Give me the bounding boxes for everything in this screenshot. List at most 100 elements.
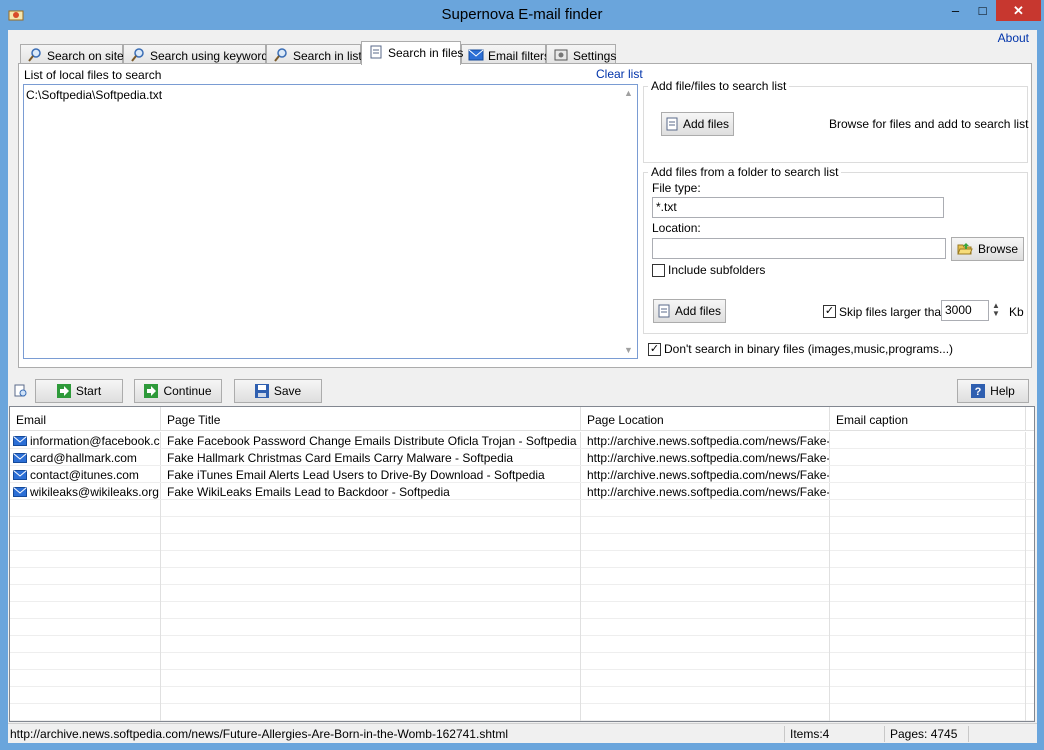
status-pages: Pages: 4745 (890, 727, 958, 741)
client-area: About Search on site Search using keywor… (8, 30, 1037, 743)
status-divider (968, 726, 969, 742)
status-items: Items:4 (790, 727, 830, 741)
title-bar[interactable]: Supernova E-mail finder – □ ✕ (0, 0, 1044, 30)
envelope-icon (13, 470, 27, 480)
tab-search-using-keywords[interactable]: Search using keywords (123, 44, 274, 64)
add-files-hint: Browse for files and add to search list (829, 117, 1029, 131)
help-button-label: Help (990, 384, 1015, 398)
envelope-icon (13, 436, 27, 446)
window-title: Supernova E-mail finder (441, 6, 603, 23)
empty-rows-area (10, 500, 1034, 721)
tab-label: Settings (573, 49, 617, 63)
minimize-button[interactable]: – (942, 0, 969, 21)
floppy-disk-icon (254, 384, 269, 398)
tab-search-on-site[interactable]: Search on site (20, 44, 124, 64)
save-button[interactable]: Save (234, 379, 322, 403)
results-table[interactable]: Email Page Title Page Location Email cap… (9, 406, 1035, 722)
tab-settings[interactable]: Settings (546, 44, 616, 64)
help-icon: ? (971, 384, 986, 398)
row-page-location: http://archive.news.softpedia.com/news/F… (581, 449, 830, 465)
table-row[interactable]: wikileaks@wikileaks.org Fake WikiLeaks E… (10, 483, 1034, 500)
row-page-title: Fake WikiLeaks Emails Lead to Backdoor -… (161, 483, 581, 499)
location-input[interactable] (652, 238, 946, 259)
row-email: contact@itunes.com (30, 468, 139, 482)
row-email-caption (830, 432, 1026, 448)
binary-files-checkbox[interactable]: ✓ (648, 343, 661, 356)
scroll-up-arrow-icon[interactable]: ▲ (624, 88, 633, 98)
skip-large-files-label: Skip files larger than (839, 305, 948, 319)
column-header-email-caption[interactable]: Email caption (830, 407, 1026, 430)
file-list[interactable]: C:\Softpedia\Softpedia.txt ▲ ▼ (23, 84, 638, 359)
start-button-label: Start (75, 384, 102, 398)
row-page-title: Fake Facebook Password Change Emails Dis… (161, 432, 581, 448)
column-header-page-title[interactable]: Page Title (161, 407, 581, 430)
add-files-group: Add file/files to search list Add files … (643, 79, 1029, 163)
skip-large-files-checkbox[interactable]: ✓ (823, 305, 836, 318)
add-files-button-label: Add files (682, 117, 730, 131)
add-files-button[interactable]: Add files (661, 112, 734, 136)
include-subfolders-checkbox[interactable] (652, 264, 665, 277)
add-folder-files-button[interactable]: Add files (653, 299, 726, 323)
row-email: information@facebook.c... (30, 434, 161, 448)
file-type-input[interactable]: *.txt (652, 197, 944, 218)
status-divider (784, 726, 785, 742)
folder-group: Add files from a folder to search list F… (643, 165, 1028, 334)
maximize-button[interactable]: □ (969, 0, 996, 21)
tab-label: Search in files (388, 46, 464, 60)
continue-button[interactable]: Continue (134, 379, 222, 403)
search-log-icon[interactable] (14, 384, 28, 398)
arrow-right-icon (56, 384, 71, 398)
row-email: wikileaks@wikileaks.org (30, 485, 159, 499)
start-button[interactable]: Start (35, 379, 123, 403)
save-button-label: Save (273, 384, 302, 398)
about-link[interactable]: About (998, 31, 1029, 45)
tab-label: Search using keywords (150, 49, 275, 63)
row-email-caption (830, 449, 1026, 465)
envelope-icon (468, 49, 484, 61)
app-window: Supernova E-mail finder – □ ✕ About Sear… (0, 0, 1044, 750)
file-list-scrollbar[interactable]: ▲ ▼ (620, 85, 637, 358)
table-row[interactable]: card@hallmark.com Fake Hallmark Christma… (10, 449, 1034, 466)
file-list-label: List of local files to search (24, 68, 162, 82)
row-page-location: http://archive.news.softpedia.com/news/F… (581, 432, 830, 448)
folder-open-icon (957, 243, 973, 255)
status-bar: http://archive.news.softpedia.com/news/F… (8, 723, 1037, 743)
document-icon (658, 304, 670, 318)
search-in-files-panel: List of local files to search Clear list… (18, 63, 1032, 368)
envelope-icon (13, 487, 27, 497)
skip-size-spinner[interactable]: 3000 (941, 300, 989, 321)
column-header-page-location[interactable]: Page Location (581, 407, 830, 430)
row-page-location: http://archive.news.softpedia.com/news/F… (581, 466, 830, 482)
table-row[interactable]: information@facebook.c... Fake Facebook … (10, 432, 1034, 449)
spinner-arrows-icon[interactable]: ▲ ▼ (992, 302, 1000, 318)
tab-label: Search in list (293, 49, 362, 63)
help-button[interactable]: ? Help (957, 379, 1029, 403)
close-button[interactable]: ✕ (996, 0, 1041, 21)
table-header: Email Page Title Page Location Email cap… (10, 407, 1034, 431)
scroll-down-arrow-icon[interactable]: ▼ (624, 345, 633, 355)
clear-list-link[interactable]: Clear list (596, 67, 643, 81)
status-url: http://archive.news.softpedia.com/news/F… (10, 727, 508, 741)
document-icon (666, 117, 678, 131)
table-row[interactable]: contact@itunes.com Fake iTunes Email Ale… (10, 466, 1034, 483)
magnifier-icon (131, 48, 144, 62)
tab-email-filters[interactable]: Email filters (461, 44, 550, 64)
skip-size-unit: Kb (1009, 305, 1024, 319)
include-subfolders-label: Include subfolders (668, 263, 766, 277)
envelope-icon (13, 453, 27, 463)
file-list-item[interactable]: C:\Softpedia\Softpedia.txt (26, 88, 162, 102)
tab-label: Email filters (488, 49, 551, 63)
row-email-caption (830, 466, 1026, 482)
browse-button[interactable]: Browse (951, 237, 1024, 261)
column-header-email[interactable]: Email (10, 407, 161, 430)
tab-search-in-files[interactable]: Search in files (361, 41, 464, 65)
magnifier-icon (274, 48, 287, 62)
add-folder-files-button-label: Add files (674, 304, 722, 318)
row-page-location: http://archive.news.softpedia.com/news/F… (581, 483, 830, 499)
magnifier-icon (28, 48, 41, 62)
tab-search-in-list[interactable]: Search in list (266, 44, 362, 64)
status-divider (884, 726, 885, 742)
tab-label: Search on site (47, 49, 124, 63)
binary-files-label: Don't search in binary files (images,mus… (664, 342, 954, 356)
row-email: card@hallmark.com (30, 451, 137, 465)
